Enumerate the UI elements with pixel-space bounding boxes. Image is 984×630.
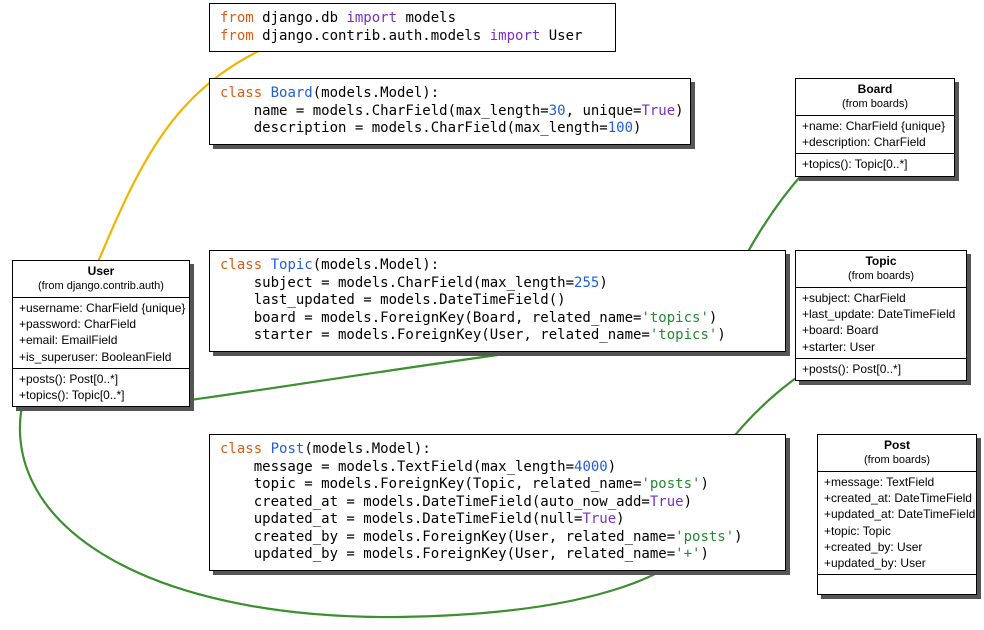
uml-attrs: +subject: CharField +last_update: DateTi… [796, 288, 966, 358]
code-line: ) [633, 120, 641, 136]
code-topic: class Topic(models.Model): subject = mod… [209, 250, 786, 352]
uml-attr: +updated_by: User [824, 555, 970, 571]
uml-ops-empty [818, 574, 976, 594]
uml-subtitle: (from boards) [802, 269, 960, 284]
code-line: created_by = models.ForeignKey(User, rel… [220, 529, 675, 545]
code-line: ) [599, 275, 607, 291]
code-line: ) [700, 476, 708, 492]
uml-post: Post (from boards) +message: TextField +… [817, 434, 977, 595]
str-literal: 'posts' [641, 476, 700, 492]
uml-attr: +updated_at: DateTimeField [824, 506, 970, 522]
code-line: subject = models.CharField(max_length= [220, 275, 574, 291]
code-line: ) [616, 511, 624, 527]
uml-attr: +message: TextField [824, 474, 970, 490]
class-bases: (models.Model): [313, 257, 439, 273]
uml-op: +posts(): Post[0..*] [19, 371, 183, 387]
import-module: django.contrib.auth.models [254, 28, 490, 44]
code-line: , unique= [566, 103, 642, 119]
str-literal: 'posts' [675, 529, 734, 545]
code-line: created_at = models.DateTimeField(auto_n… [220, 494, 650, 510]
uml-op: +posts(): Post[0..*] [802, 361, 960, 377]
code-imports: from django.db import models from django… [209, 3, 616, 52]
uml-attr: +password: CharField [19, 316, 183, 332]
import-module: django.db [254, 10, 347, 26]
code-line: ) [684, 494, 692, 510]
str-literal: '+' [675, 546, 700, 562]
code-line: ) [717, 327, 725, 343]
kw-class: class [220, 441, 262, 457]
num-literal: 4000 [574, 459, 608, 475]
code-line: ) [675, 103, 683, 119]
code-line: message = models.TextField(max_length= [220, 459, 574, 475]
uml-title: Post [824, 437, 970, 453]
code-post: class Post(models.Model): message = mode… [209, 434, 786, 571]
uml-attrs: +name: CharField {unique} +description: … [796, 116, 954, 153]
class-name: Post [262, 441, 304, 457]
str-literal: 'topics' [650, 327, 717, 343]
uml-attr: +board: Board [802, 322, 960, 338]
code-line: topic = models.ForeignKey(Topic, related… [220, 476, 641, 492]
uml-topic: Topic (from boards) +subject: CharField … [795, 250, 967, 381]
true-literal: True [650, 494, 684, 510]
code-line: starter = models.ForeignKey(User, relate… [220, 327, 650, 343]
str-literal: 'topics' [641, 310, 708, 326]
kw-import: import [346, 10, 397, 26]
class-name: Board [262, 85, 313, 101]
class-bases: (models.Model): [304, 441, 430, 457]
uml-ops: +posts(): Post[0..*] [796, 358, 966, 380]
uml-subtitle: (from django.contrib.auth) [19, 279, 183, 294]
true-literal: True [582, 511, 616, 527]
uml-attr: +created_at: DateTimeField [824, 490, 970, 506]
uml-op: +topics(): Topic[0..*] [802, 156, 948, 172]
kw-from: from [220, 28, 254, 44]
uml-board: Board (from boards) +name: CharField {un… [795, 78, 955, 177]
num-literal: 255 [574, 275, 599, 291]
code-line: updated_at = models.DateTimeField(null= [220, 511, 582, 527]
code-board: class Board(models.Model): name = models… [209, 78, 691, 145]
uml-title: Board [802, 81, 948, 97]
uml-attrs: +message: TextField +created_at: DateTim… [818, 472, 976, 574]
uml-attr: +starter: User [802, 339, 960, 355]
code-line: last_updated = models.DateTimeField() [220, 292, 566, 308]
uml-subtitle: (from boards) [824, 453, 970, 468]
true-literal: True [641, 103, 675, 119]
num-literal: 30 [549, 103, 566, 119]
num-literal: 100 [608, 120, 633, 136]
uml-subtitle: (from boards) [802, 97, 948, 112]
code-line: updated_by = models.ForeignKey(User, rel… [220, 546, 675, 562]
uml-ops: +topics(): Topic[0..*] [796, 153, 954, 175]
import-name: models [397, 10, 456, 26]
uml-ops: +posts(): Post[0..*] +topics(): Topic[0.… [13, 368, 189, 406]
code-line: ) [709, 310, 717, 326]
import-name: User [540, 28, 582, 44]
connector-yellow-to-user [98, 37, 290, 262]
uml-user: User (from django.contrib.auth) +usernam… [12, 260, 190, 407]
uml-op: +topics(): Topic[0..*] [19, 387, 183, 403]
uml-attr: +subject: CharField [802, 290, 960, 306]
code-line: ) [608, 459, 616, 475]
kw-class: class [220, 257, 262, 273]
class-bases: (models.Model): [313, 85, 439, 101]
uml-title: User [19, 263, 183, 279]
code-line: name = models.CharField(max_length= [220, 103, 549, 119]
class-name: Topic [262, 257, 313, 273]
uml-attr: +description: CharField [802, 134, 948, 150]
uml-attr: +created_by: User [824, 539, 970, 555]
code-line: ) [734, 529, 742, 545]
uml-attr: +email: EmailField [19, 332, 183, 348]
kw-import: import [490, 28, 541, 44]
code-line: description = models.CharField(max_lengt… [220, 120, 608, 136]
uml-title: Topic [802, 253, 960, 269]
uml-attr: +topic: Topic [824, 523, 970, 539]
kw-from: from [220, 10, 254, 26]
uml-attrs: +username: CharField {unique} +password:… [13, 298, 189, 368]
uml-attr: +name: CharField {unique} [802, 118, 948, 134]
code-line: ) [700, 546, 708, 562]
kw-class: class [220, 85, 262, 101]
uml-attr: +is_superuser: BooleanField [19, 349, 183, 365]
uml-attr: +username: CharField {unique} [19, 300, 183, 316]
code-line: board = models.ForeignKey(Board, related… [220, 310, 641, 326]
uml-attr: +last_update: DateTimeField [802, 306, 960, 322]
